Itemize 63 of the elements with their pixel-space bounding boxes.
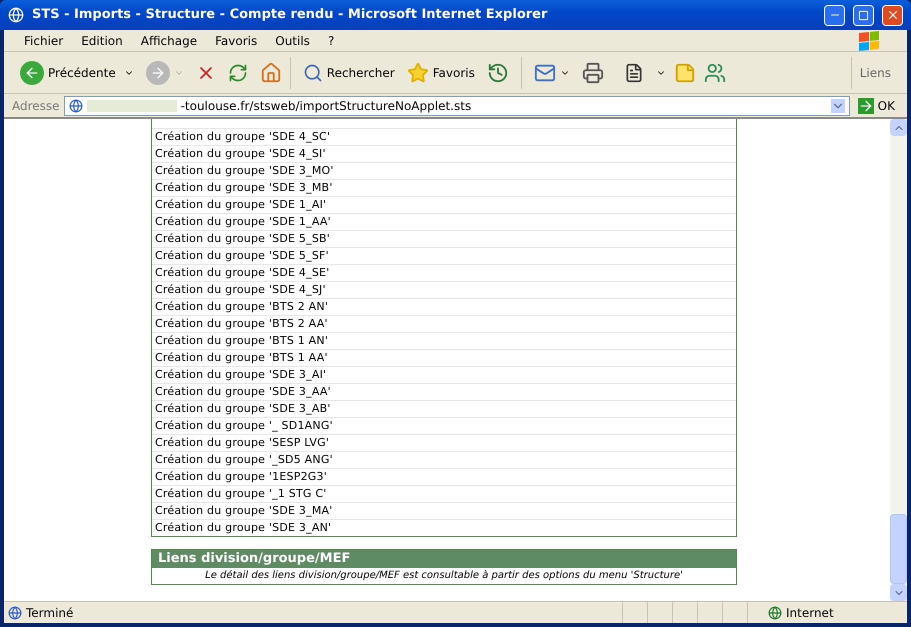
log-row: Création du groupe 'BTS 1 AN' <box>152 332 736 349</box>
history-icon[interactable] <box>486 62 509 84</box>
arrow-right-icon <box>150 64 166 80</box>
search-icon <box>302 62 323 82</box>
search-button[interactable]: Rechercher <box>298 54 399 90</box>
maximize-icon <box>858 10 869 20</box>
log-row: Création du groupe '_1 STG C' <box>152 485 736 502</box>
log-row: Création du groupe '_ SD1ANG' <box>152 417 736 434</box>
log-row: Création du groupe 'SDE 4_SI' <box>152 145 736 162</box>
url-text: -toulouse.fr/stsweb/importStructureNoApplet.sts <box>180 98 472 114</box>
log-row: Création du groupe 'SDE 4_SE' <box>152 264 736 281</box>
menu-item[interactable]: Edition <box>81 32 123 50</box>
log-row: Création du groupe 'BTS 2 AA' <box>152 315 736 332</box>
section-note: Le détail des liens division/groupe/MEF est consultable à partir des options du menu 'Structure' <box>204 569 684 583</box>
window-title: STS - Imports - Structure - Compte rendu - Microsoft Internet Explorer <box>32 6 548 24</box>
log-row: Création du groupe 'SDE 3_AB' <box>152 400 736 417</box>
maximize-button[interactable] <box>853 4 874 26</box>
log-row: Création du groupe 'SDE 5_SB' <box>152 230 736 247</box>
log-row: Création du groupe 'SDE 4_SC' <box>152 128 736 145</box>
close-button[interactable] <box>882 4 903 26</box>
log-row: Création du groupe '_SD5 ANG' <box>152 451 736 468</box>
log-row: Création du groupe 'SDE 5_SF' <box>152 247 736 264</box>
menu-item[interactable]: Favoris <box>215 32 258 50</box>
refresh-icon[interactable] <box>228 62 248 82</box>
home-icon[interactable] <box>260 62 282 84</box>
favorites-button[interactable]: Favoris <box>402 54 479 90</box>
log-row: Création du groupe 'SDE 3_AI' <box>152 366 736 383</box>
log-row: Création du groupe 'SDE 1_AA' <box>152 213 736 230</box>
scrollbar[interactable] <box>890 119 907 601</box>
log-row: Création du groupe 'SDE 3_AN' <box>152 519 736 536</box>
section-title: Liens division/groupe/MEF <box>152 550 736 568</box>
minimize-button[interactable] <box>824 4 845 26</box>
arrow-right-icon <box>858 98 874 114</box>
log-row: Création du groupe 'SDE 4_SJ' <box>152 281 736 298</box>
log-row: Création du groupe 'SDE 3_AA' <box>152 383 736 400</box>
log-row: Création du groupe 'SESP LVG' <box>152 434 736 451</box>
star-icon <box>406 62 429 84</box>
go-button[interactable]: OK <box>854 96 899 114</box>
status-text: Terminé <box>26 604 74 622</box>
menu-item[interactable]: Affichage <box>140 32 198 50</box>
menu-item[interactable]: Fichier <box>24 32 64 50</box>
log-row: Création du groupe '1ESP2G3' <box>152 468 736 485</box>
log-row: Création du groupe 'SDE 3_MB' <box>152 179 736 196</box>
scrollbar-thumb[interactable] <box>890 514 907 584</box>
globe-icon <box>768 606 782 620</box>
menu-item[interactable]: ? <box>328 32 334 50</box>
printer-icon[interactable] <box>582 62 604 84</box>
page-icon <box>8 606 22 620</box>
log-row: Création du groupe 'SDE 1_AI' <box>152 196 736 213</box>
log-row: Création du groupe 'SDE 3_MO' <box>152 162 736 179</box>
windows-logo <box>859 30 879 51</box>
log-row: Création du groupe 'BTS 1 AA' <box>152 349 736 366</box>
back-button[interactable]: Précédente <box>16 54 120 90</box>
log-row: Création du groupe 'SDE 3_MA' <box>152 502 736 519</box>
log-row: Création du groupe 'BTS 2 AN' <box>152 298 736 315</box>
page-icon <box>68 98 83 112</box>
links-label[interactable]: Liens <box>856 64 895 82</box>
address-label: Adresse <box>12 98 60 114</box>
address-field[interactable]: -toulouse.fr/stsweb/importStructureNoApplet.sts <box>64 96 850 116</box>
menu-item[interactable]: Outils <box>275 32 310 50</box>
browser-icon <box>8 7 24 23</box>
dropdown-icon[interactable] <box>830 98 845 112</box>
zone-text: Internet <box>786 604 834 622</box>
